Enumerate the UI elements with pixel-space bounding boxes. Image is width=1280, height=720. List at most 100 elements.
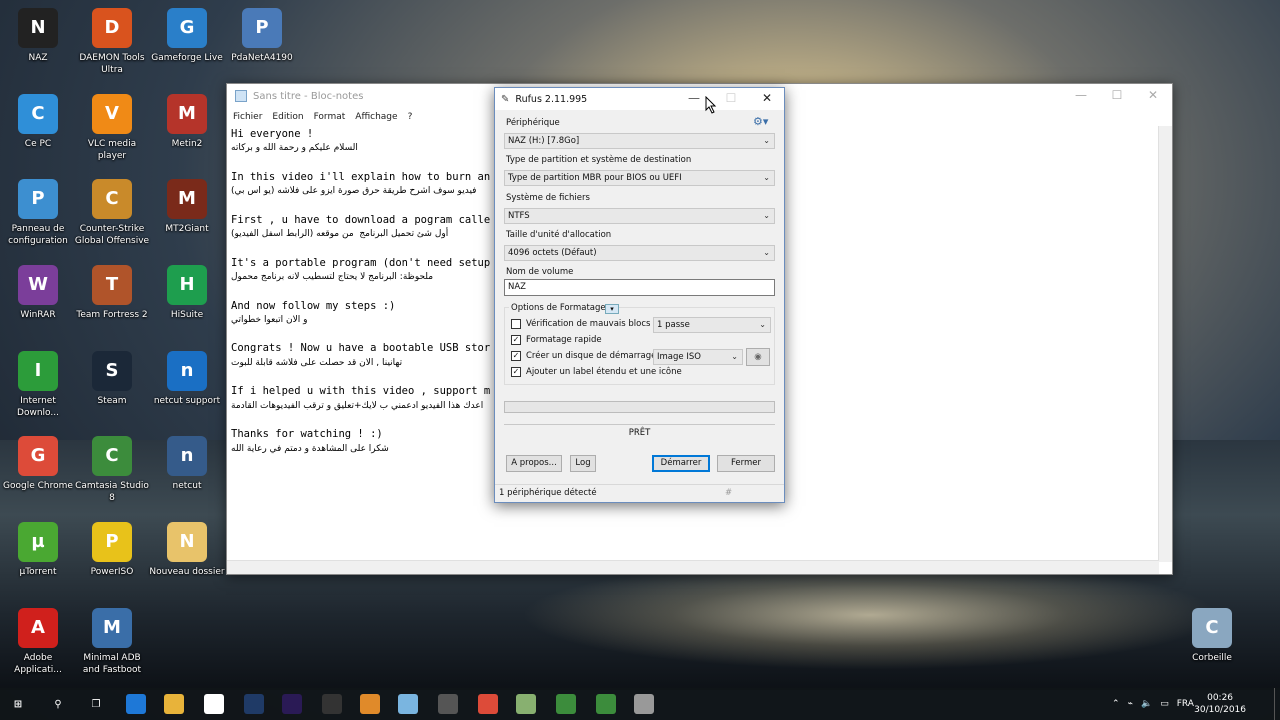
select-iso-button[interactable]: ◉ — [746, 348, 770, 366]
checkbox-box[interactable]: ✓ — [511, 335, 521, 345]
clock-date: 30/10/2016 — [1194, 705, 1246, 715]
sticky-icon[interactable] — [398, 694, 418, 714]
close-icon[interactable]: ✕ — [1135, 88, 1171, 102]
vertical-scrollbar[interactable] — [1158, 126, 1172, 562]
partition-select[interactable]: Type de partition MBR pour BIOS ou UEFI ⌄ — [504, 170, 775, 186]
cluster-select[interactable]: 4096 octets (Défaut) ⌄ — [504, 245, 775, 261]
desktop-icon[interactable]: D DAEMON Tools Ultra — [74, 8, 150, 76]
network-icon[interactable]: ⌁ — [1128, 699, 1133, 709]
menu-fichier[interactable]: Fichier — [231, 112, 264, 122]
volume-icon[interactable]: 🔈 — [1141, 699, 1152, 709]
file-explorer-icon[interactable] — [164, 694, 184, 714]
show-desktop-button[interactable] — [1274, 688, 1280, 720]
desktop-icon[interactable]: n netcut support — [149, 351, 225, 407]
desktop-icon[interactable]: T Team Fortress 2 — [74, 265, 150, 321]
after-effects-icon[interactable] — [282, 694, 302, 714]
menu-format[interactable]: Format — [312, 112, 348, 122]
chevron-down-icon: ⌄ — [759, 320, 766, 329]
passes-select[interactable]: 1 passe ⌄ — [653, 317, 771, 333]
ghost-icon: N — [18, 8, 58, 48]
chevron-up-icon[interactable]: ⌃ — [1112, 699, 1120, 709]
desktop-icon-label: Nouveau dossier — [149, 567, 225, 577]
calculator-icon[interactable] — [438, 694, 458, 714]
desktop-icon-label: Corbeille — [1192, 653, 1232, 663]
desktop-icon[interactable]: W WinRAR — [0, 265, 76, 321]
about-button[interactable]: A propos... — [506, 455, 562, 472]
camtasia-recorder-icon[interactable] — [596, 694, 616, 714]
quick-format-label: Formatage rapide — [526, 335, 602, 345]
horizontal-scrollbar[interactable] — [227, 560, 1159, 574]
desktop-icon[interactable]: P PdaNetA4190 — [224, 8, 300, 64]
partition-value: Type de partition MBR pour BIOS ou UEFI — [508, 173, 682, 183]
desktop-icon[interactable]: C Corbeille — [1174, 608, 1250, 664]
desktop-icon[interactable]: C Counter-Strike Global Offensive — [74, 179, 150, 247]
camtasia-icon[interactable] — [556, 694, 576, 714]
desktop-icon[interactable]: G Gameforge Live — [149, 8, 225, 64]
extended-label-checkbox[interactable]: ✓ Ajouter un label étendu et une icône — [511, 367, 682, 377]
desktop-icon[interactable]: N Nouveau dossier — [149, 522, 225, 578]
media-icon[interactable] — [360, 694, 380, 714]
menu-edition[interactable]: Edition — [270, 112, 305, 122]
notifications-icon[interactable]: ▭ — [1160, 699, 1169, 709]
desktop-icon[interactable]: n netcut — [149, 436, 225, 492]
language-globe-icon[interactable]: ⚙▾ — [753, 115, 768, 128]
rufus-icon[interactable] — [634, 694, 654, 714]
cmd-icon[interactable] — [322, 694, 342, 714]
quick-format-checkbox[interactable]: ✓ Formatage rapide — [511, 335, 602, 345]
checkbox-box[interactable]: ✓ — [511, 367, 521, 377]
desktop-icon[interactable]: µ µTorrent — [0, 522, 76, 578]
menu-affichage[interactable]: Affichage — [353, 112, 399, 122]
desktop-icon[interactable]: C Camtasia Studio 8 — [74, 436, 150, 504]
camtasia-icon: C — [92, 436, 132, 476]
rufus-window[interactable]: ✎ Rufus 2.11.995 — ☐ ✕ Périphérique ⚙▾ N… — [494, 87, 785, 503]
desktop-icon[interactable]: A Adobe Applicati... — [0, 608, 76, 676]
desktop-icon[interactable]: V VLC media player — [74, 94, 150, 162]
close-icon[interactable]: ✕ — [752, 91, 782, 105]
desktop-icon[interactable]: P PowerISO — [74, 522, 150, 578]
daemon-tools-icon: D — [92, 8, 132, 48]
taskbar: ⊞ ⚲ ❐ ⌃ ⌁ 🔈 ▭ FRA 00:26 30/10/2016 — [0, 688, 1280, 720]
start-button[interactable]: Démarrer — [652, 455, 710, 472]
desktop-icon[interactable]: H HiSuite — [149, 265, 225, 321]
bad-blocks-checkbox[interactable]: Vérification de mauvais blocs — [511, 319, 650, 329]
desktop-icon[interactable]: C Ce PC — [0, 94, 76, 150]
volume-name-input[interactable]: NAZ — [504, 279, 775, 296]
maximize-icon[interactable]: ☐ — [716, 91, 746, 105]
desktop-icon[interactable]: S Steam — [74, 351, 150, 407]
photoshop-icon[interactable] — [244, 694, 264, 714]
paint-icon[interactable] — [516, 694, 536, 714]
menu-help[interactable]: ? — [406, 112, 415, 122]
desktop-icon[interactable]: M MT2Giant — [149, 179, 225, 235]
log-button[interactable]: Log — [570, 455, 596, 472]
store-icon[interactable] — [204, 694, 224, 714]
extended-label-text: Ajouter un label étendu et une icône — [526, 367, 682, 377]
desktop-icon[interactable]: M Minimal ADB and Fastboot — [74, 608, 150, 676]
language-indicator[interactable]: FRA — [1177, 699, 1194, 709]
start-icon[interactable]: ⊞ — [8, 694, 28, 714]
edge-icon[interactable] — [126, 694, 146, 714]
desktop-icon[interactable]: N NAZ — [0, 8, 76, 64]
checkbox-box[interactable]: ✓ — [511, 351, 521, 361]
maximize-icon[interactable]: ☐ — [1099, 88, 1135, 102]
desktop-icon-label: Google Chrome — [3, 481, 73, 491]
chrome-icon[interactable] — [478, 694, 498, 714]
mouse-cursor-icon — [705, 96, 717, 114]
chevron-down-icon: ⌄ — [763, 136, 770, 145]
desktop-icon[interactable]: G Google Chrome — [0, 436, 76, 492]
desktop-icon-label: WinRAR — [20, 310, 56, 320]
expand-options-icon[interactable]: ▾ — [605, 304, 619, 314]
search-icon[interactable]: ⚲ — [48, 694, 68, 714]
chevron-down-icon: ⌄ — [763, 248, 770, 257]
boot-type-select[interactable]: Image ISO ⌄ — [653, 349, 743, 365]
task-view-icon[interactable]: ❐ — [86, 694, 106, 714]
minimize-icon[interactable]: — — [1063, 88, 1099, 102]
close-button[interactable]: Fermer — [717, 455, 775, 472]
device-select[interactable]: NAZ (H:) [7.8Go] ⌄ — [504, 133, 775, 149]
bootable-checkbox[interactable]: ✓ Créer un disque de démarrage — [511, 351, 656, 361]
checkbox-box[interactable] — [511, 319, 521, 329]
desktop-icon[interactable]: P Panneau de configuration — [0, 179, 76, 247]
desktop-icon[interactable]: M Metin2 — [149, 94, 225, 150]
filesystem-select[interactable]: NTFS ⌄ — [504, 208, 775, 224]
clock[interactable]: 00:26 30/10/2016 — [1194, 692, 1246, 716]
desktop-icon[interactable]: I Internet Downlo... — [0, 351, 76, 419]
